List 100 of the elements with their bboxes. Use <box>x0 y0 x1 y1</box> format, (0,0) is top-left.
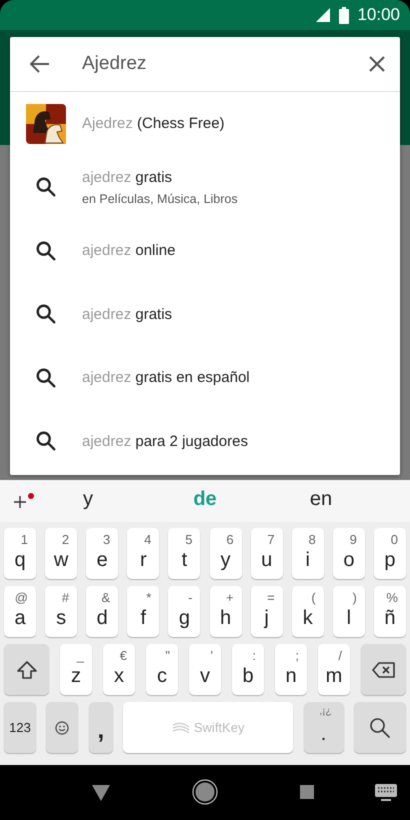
letter-key[interactable]: ; n <box>275 644 307 695</box>
letter-key[interactable]: % ñ <box>374 586 406 637</box>
letter-key[interactable]: * f <box>127 586 160 637</box>
search-icon <box>35 240 57 262</box>
key-hint: 3 <box>102 532 110 547</box>
comma-key[interactable]: , <box>88 702 113 753</box>
letter-key[interactable]: 1 q <box>4 528 36 579</box>
shift-key[interactable] <box>4 644 49 695</box>
letter-key[interactable]: 8 i <box>292 528 324 579</box>
key-label: q <box>13 549 27 572</box>
letter-key[interactable]: ( k <box>292 586 324 637</box>
letter-key[interactable]: 3 e <box>86 528 118 579</box>
keyboard-icon[interactable] <box>375 784 397 801</box>
search-icon <box>35 176 57 198</box>
prediction-word[interactable]: y <box>83 488 93 511</box>
key-label: f <box>140 607 148 630</box>
letter-key[interactable]: 9 o <box>332 528 365 579</box>
key-label: b <box>241 665 255 688</box>
query-suggestion[interactable]: ajedrez online <box>10 219 400 282</box>
search-icon <box>368 716 392 740</box>
status-time: 10:00 <box>357 5 400 25</box>
letter-key[interactable]: 0 p <box>374 528 406 579</box>
key-label: r <box>138 549 148 572</box>
query-suggestion[interactable]: ajedrez para 2 jugadores <box>10 410 400 473</box>
key-label: i <box>304 549 311 572</box>
letter-key[interactable]: _ z <box>60 644 92 695</box>
key-label: a <box>13 607 27 630</box>
key-hint: - <box>188 590 192 605</box>
letter-key[interactable]: # s <box>45 586 78 637</box>
key-hint: 1 <box>20 532 28 547</box>
key-hint: % <box>386 590 398 605</box>
backspace-key[interactable] <box>361 644 406 695</box>
key-label: c <box>156 665 168 688</box>
key-hint: 6 <box>226 532 234 547</box>
key-label: x <box>113 665 125 688</box>
key-hint: ( <box>311 590 316 605</box>
app-suggestion[interactable]: Ajedrez (Chess Free) <box>10 92 400 156</box>
emoji-key[interactable] <box>46 702 78 753</box>
back-arrow-icon <box>30 55 50 73</box>
letter-key[interactable]: 2 w <box>45 528 78 579</box>
key-label: e <box>96 549 109 572</box>
key-hint: : <box>252 648 256 663</box>
prediction-word[interactable]: en <box>310 488 332 511</box>
letter-key[interactable]: 7 u <box>250 528 283 579</box>
back-triangle-icon[interactable] <box>92 785 110 801</box>
numbers-key[interactable]: 123 <box>4 702 36 753</box>
key-label: v <box>199 665 211 688</box>
key-label: d <box>96 607 109 630</box>
key-hint: 9 <box>350 532 357 547</box>
search-key[interactable] <box>354 702 406 753</box>
key-label: n <box>284 665 298 688</box>
clear-button[interactable] <box>368 55 386 73</box>
query-suggestion[interactable]: ajedrez gratis <box>10 282 400 346</box>
battery-icon <box>339 6 350 24</box>
letter-key[interactable]: ' v <box>189 644 221 695</box>
smiley-icon <box>55 720 70 734</box>
search-icon <box>35 366 57 389</box>
backspace-icon <box>372 660 396 678</box>
letter-key[interactable]: " c <box>146 644 178 695</box>
back-button[interactable] <box>30 55 50 73</box>
letter-key[interactable]: ) l <box>332 586 365 637</box>
suggestion-subtitle: en Películas, Música, Libros <box>82 192 238 206</box>
letter-key[interactable]: 5 t <box>168 528 200 579</box>
chess-knight-icon <box>25 102 67 145</box>
letter-key[interactable]: = j <box>250 586 283 637</box>
search-icon <box>35 430 57 452</box>
query-suggestion[interactable]: ajedrez gratis en Películas, Música, Libros <box>10 156 400 219</box>
period-key[interactable]: ,¡¿ . <box>304 702 344 753</box>
key-label: g <box>178 607 191 630</box>
key-label: s <box>55 607 68 630</box>
letter-key[interactable]: - g <box>168 586 200 637</box>
key-label: m <box>324 665 344 688</box>
letter-key[interactable]: / m <box>318 644 350 695</box>
key-hint: 8 <box>308 532 316 547</box>
suggestion-text: ajedrez gratis <box>82 306 172 323</box>
key-hint: ; <box>295 648 299 663</box>
letter-key[interactable]: + h <box>210 586 242 637</box>
letter-key[interactable]: : b <box>232 644 264 695</box>
search-field[interactable]: Ajedrez <box>80 52 368 76</box>
letter-key[interactable]: @ a <box>4 586 36 637</box>
key-hint: " <box>165 648 170 663</box>
home-circle-icon[interactable] <box>192 779 218 805</box>
key-hint: / <box>338 648 342 663</box>
letter-key[interactable]: 4 r <box>127 528 160 579</box>
key-label: t <box>180 549 188 572</box>
key-hint: ,¡¿ <box>319 706 332 717</box>
letter-key[interactable]: 6 y <box>210 528 242 579</box>
key-label: l <box>346 607 352 630</box>
key-hint: 4 <box>144 532 152 547</box>
key-label: w <box>52 549 70 572</box>
letter-key[interactable]: € x <box>103 644 135 695</box>
letter-key[interactable]: & d <box>86 586 118 637</box>
key-label: u <box>260 549 274 572</box>
key-hint: & <box>102 590 110 605</box>
suggestion-text: Ajedrez (Chess Free) <box>82 115 225 132</box>
query-suggestion[interactable]: ajedrez gratis en español <box>10 346 400 410</box>
key-label: z <box>70 665 82 688</box>
plus-icon[interactable] <box>13 492 35 510</box>
key-label: . <box>320 723 328 746</box>
signal-icon <box>315 7 332 23</box>
